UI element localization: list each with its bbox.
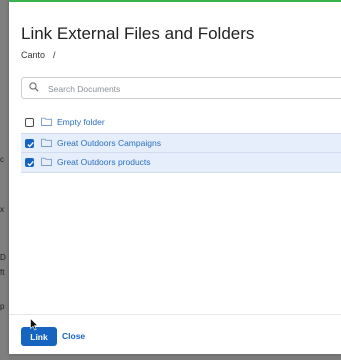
breadcrumb: Canto / xyxy=(21,50,56,60)
background-text-fragment: x xyxy=(0,205,4,214)
checkbox[interactable] xyxy=(25,158,34,167)
background-text-fragment: p xyxy=(0,302,5,311)
folder-list: Empty folder Great Outdoors Campaigns Gr… xyxy=(21,113,341,173)
breadcrumb-separator: / xyxy=(53,50,56,60)
search-input[interactable] xyxy=(46,80,340,98)
search-icon xyxy=(29,82,39,92)
search-box xyxy=(21,77,341,99)
close-button[interactable]: Close xyxy=(62,331,85,341)
breadcrumb-root[interactable]: Canto xyxy=(21,50,45,60)
checkbox[interactable] xyxy=(25,118,34,127)
list-item-label: Great Outdoors products xyxy=(57,157,151,167)
list-item[interactable]: Empty folder xyxy=(21,113,341,133)
mouse-cursor-icon xyxy=(30,318,39,331)
background-text-fragment: ft xyxy=(0,268,5,277)
checkbox[interactable] xyxy=(25,139,34,148)
footer-divider xyxy=(9,314,341,315)
checkmark-icon xyxy=(27,141,34,148)
folder-icon xyxy=(41,117,52,126)
dialog-title: Link External Files and Folders xyxy=(21,24,255,43)
link-files-dialog: Link External Files and Folders Canto / E… xyxy=(9,0,341,354)
link-button[interactable]: Link xyxy=(21,327,57,346)
folder-icon xyxy=(41,157,52,166)
list-item[interactable]: Great Outdoors Campaigns xyxy=(21,133,341,153)
list-item[interactable]: Great Outdoors products xyxy=(21,153,341,173)
folder-icon xyxy=(41,138,52,147)
checkmark-icon xyxy=(27,160,34,167)
list-item-label: Great Outdoors Campaigns xyxy=(57,138,161,148)
background-text-fragment: D xyxy=(0,253,6,262)
list-item-label: Empty folder xyxy=(57,117,105,127)
background-text-fragment: c xyxy=(0,155,4,164)
